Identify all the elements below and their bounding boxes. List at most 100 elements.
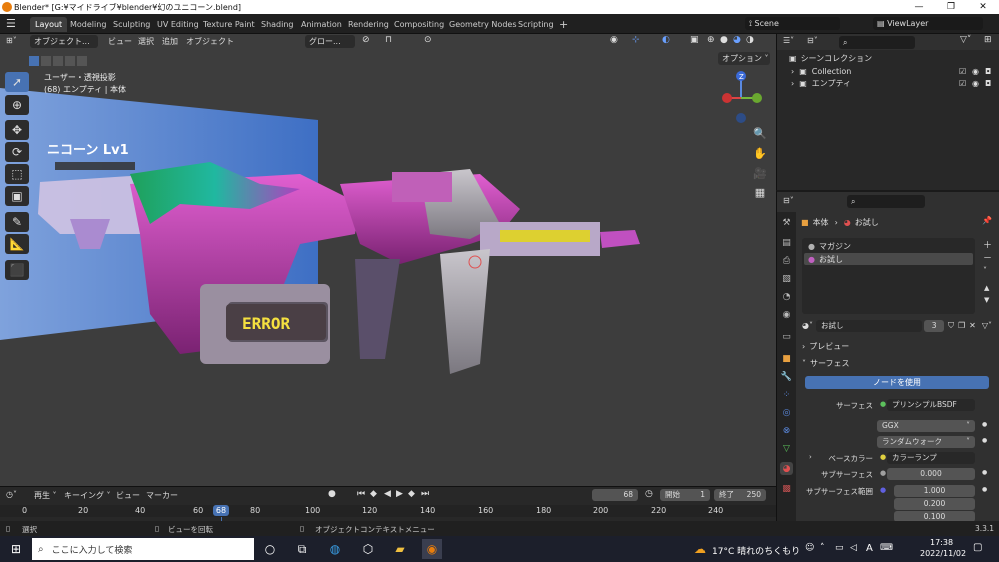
socket-dot-icon[interactable]: ● (982, 421, 987, 428)
rotate-tool[interactable]: ⟳ (5, 142, 29, 162)
shading-rendered-icon[interactable]: ◑ (746, 35, 754, 45)
xray-icon[interactable]: ▣ (690, 35, 699, 45)
tool-tab-icon[interactable]: ⚒ (780, 216, 793, 229)
clock-icon[interactable]: ◷ (645, 489, 653, 499)
checkbox-icon[interactable]: ☑ (959, 79, 966, 88)
pin-icon[interactable]: 📌 (982, 216, 992, 225)
checkbox-icon[interactable]: ☑ (959, 67, 966, 76)
new-collection-icon[interactable]: ⊞ (984, 35, 992, 45)
frame-start-field[interactable]: 開始 1 (660, 489, 710, 501)
transform-orientation-dropdown[interactable]: グロー... (305, 35, 355, 48)
next-keyframe-icon[interactable]: ◆ (408, 489, 415, 499)
clock-time[interactable]: 17:38 (930, 538, 953, 547)
transform-tool[interactable]: ▣ (5, 186, 29, 206)
unlink-x-icon[interactable]: ✕ (969, 321, 976, 330)
menu-object[interactable]: オブジェクト (186, 36, 234, 47)
object-tab-icon[interactable]: ■ (780, 352, 793, 365)
use-nodes-button[interactable]: ノードを使用 (805, 376, 989, 389)
menu-marker[interactable]: マーカー (146, 490, 178, 501)
tab-modeling[interactable]: Modeling (65, 17, 111, 32)
pan-hand-icon[interactable]: ✋ (751, 144, 769, 162)
record-icon[interactable]: ● (328, 489, 336, 499)
scene-collection-row[interactable]: ▣ シーンコレクション (789, 52, 872, 64)
socket-dot-icon[interactable]: ● (982, 469, 987, 476)
select-extend-icon[interactable] (41, 56, 51, 66)
scale-tool[interactable]: ⬚ (5, 164, 29, 184)
notification-icon[interactable]: ▢ (973, 542, 982, 553)
jump-start-icon[interactable]: ⏮ (357, 489, 365, 499)
gizmo-toggle-icon[interactable]: ⊹ (632, 35, 640, 45)
menu-add[interactable]: 追加 (162, 36, 178, 47)
cortana-icon[interactable]: ○ (260, 539, 280, 559)
socket-dot-icon[interactable]: ● (982, 437, 987, 444)
3d-viewport[interactable]: Z ニコーン Lv1 ERROR ⊞˅ オブジェクト... ビュー 選択 追加 … (0, 34, 776, 486)
weather-text[interactable]: 17°C 晴れのちくもり (712, 544, 800, 557)
material-slot-list[interactable]: ● マガジン ● お試し (802, 238, 975, 314)
tab-layout[interactable]: Layout (30, 17, 68, 32)
subsurface-value[interactable]: 0.000 (887, 468, 975, 480)
ime-indicator[interactable]: A (866, 543, 873, 554)
add-workspace-button[interactable]: + (554, 17, 573, 32)
jump-end-icon[interactable]: ⏭ (421, 489, 429, 499)
camera-view-icon[interactable]: 🎥 (751, 164, 769, 182)
prev-keyframe-icon[interactable]: ◆ (370, 489, 377, 499)
tab-scripting[interactable]: Scripting (513, 17, 559, 32)
eye-icon[interactable]: ◉ (972, 67, 979, 76)
menu-view[interactable]: ビュー (108, 36, 132, 47)
taskbar-search-input[interactable]: ⌕ ここに入力して検索 (32, 538, 254, 560)
annotate-tool[interactable]: ✎ (5, 212, 29, 232)
preview-panel-header[interactable]: › プレビュー (802, 340, 849, 352)
list-item[interactable]: ● マガジン (804, 240, 973, 252)
shading-solid-icon[interactable]: ● (720, 35, 728, 45)
duplicate-icon[interactable]: ❐ (958, 321, 965, 330)
scene-selector[interactable]: ⟟ Scene (745, 17, 840, 30)
add-slot-button[interactable]: ＋ (983, 238, 992, 251)
shading-wireframe-icon[interactable]: ⊕ (707, 35, 715, 45)
tab-sculpting[interactable]: Sculpting (108, 17, 155, 32)
select-subtract-icon[interactable] (53, 56, 63, 66)
people-icon[interactable]: ☺ (805, 543, 814, 553)
users-count[interactable]: 3 (924, 319, 944, 332)
tab-animation[interactable]: Animation (296, 17, 347, 32)
surface-shader-field[interactable]: プリンシプルBSDF (887, 399, 975, 411)
menu-keying[interactable]: キーイング ˅ (64, 490, 111, 501)
close-button[interactable]: ✕ (967, 0, 999, 14)
file-explorer-icon[interactable]: ▰ (390, 539, 410, 559)
select-invert-icon[interactable] (65, 56, 75, 66)
select-intersect-icon[interactable] (77, 56, 87, 66)
mode-dropdown[interactable]: オブジェクト... (30, 35, 98, 48)
render-tab-icon[interactable]: ▤ (780, 236, 793, 249)
eye-icon[interactable]: ◉ (972, 79, 979, 88)
measure-tool[interactable]: 📐 (5, 234, 29, 254)
windows-start-icon[interactable]: ⊞ (6, 539, 26, 559)
expand-arrow-icon[interactable]: › (791, 67, 794, 76)
shading-material-icon[interactable]: ◕ (733, 35, 741, 45)
filter-icon[interactable]: ▽˅ (982, 321, 992, 330)
task-view-icon[interactable]: ⧉ (292, 539, 312, 559)
camera-icon[interactable]: ◘ (985, 67, 991, 76)
overlay-toggle-icon[interactable]: ◐ (662, 35, 670, 45)
move-tool[interactable]: ✥ (5, 120, 29, 140)
subsurface-method-dropdown[interactable]: ランダムウォーク ˅ (877, 436, 975, 448)
fake-user-shield-icon[interactable]: ⛉ (948, 321, 954, 331)
tab-shading[interactable]: Shading (256, 17, 299, 32)
select-box-tool[interactable]: ➚ (5, 72, 29, 92)
outliner-search-input[interactable]: ⌕ (839, 36, 915, 49)
output-tab-icon[interactable]: ⎙ (780, 254, 793, 267)
scene-tab-icon[interactable]: ◔ (780, 290, 793, 303)
tab-texture-paint[interactable]: Texture Paint (198, 17, 260, 32)
particles-tab-icon[interactable]: ⁘ (780, 388, 793, 401)
list-item-selected[interactable]: ● お試し (804, 253, 973, 265)
play-icon[interactable]: ▶ (396, 489, 403, 499)
hamburger-icon[interactable]: ☰ (6, 17, 16, 30)
playhead[interactable]: 68 (213, 505, 229, 516)
distribution-dropdown[interactable]: GGX ˅ (877, 420, 975, 432)
timeline-type-icon[interactable]: ◷˅ (6, 490, 17, 499)
base-color-field[interactable]: カラーランプ (887, 452, 975, 464)
timeline-ruler[interactable]: 0 20 40 60 80 100 120 140 160 180 200 22… (0, 505, 776, 517)
tab-uv-editing[interactable]: UV Editing (152, 17, 204, 32)
properties-type-icon[interactable]: ⊟˅ (783, 196, 794, 205)
filter-icon[interactable]: ▽˅ (960, 35, 971, 45)
pivot-icon[interactable]: ⊘ (362, 35, 370, 45)
outliner-type-icon[interactable]: ☰˅ (783, 36, 794, 45)
